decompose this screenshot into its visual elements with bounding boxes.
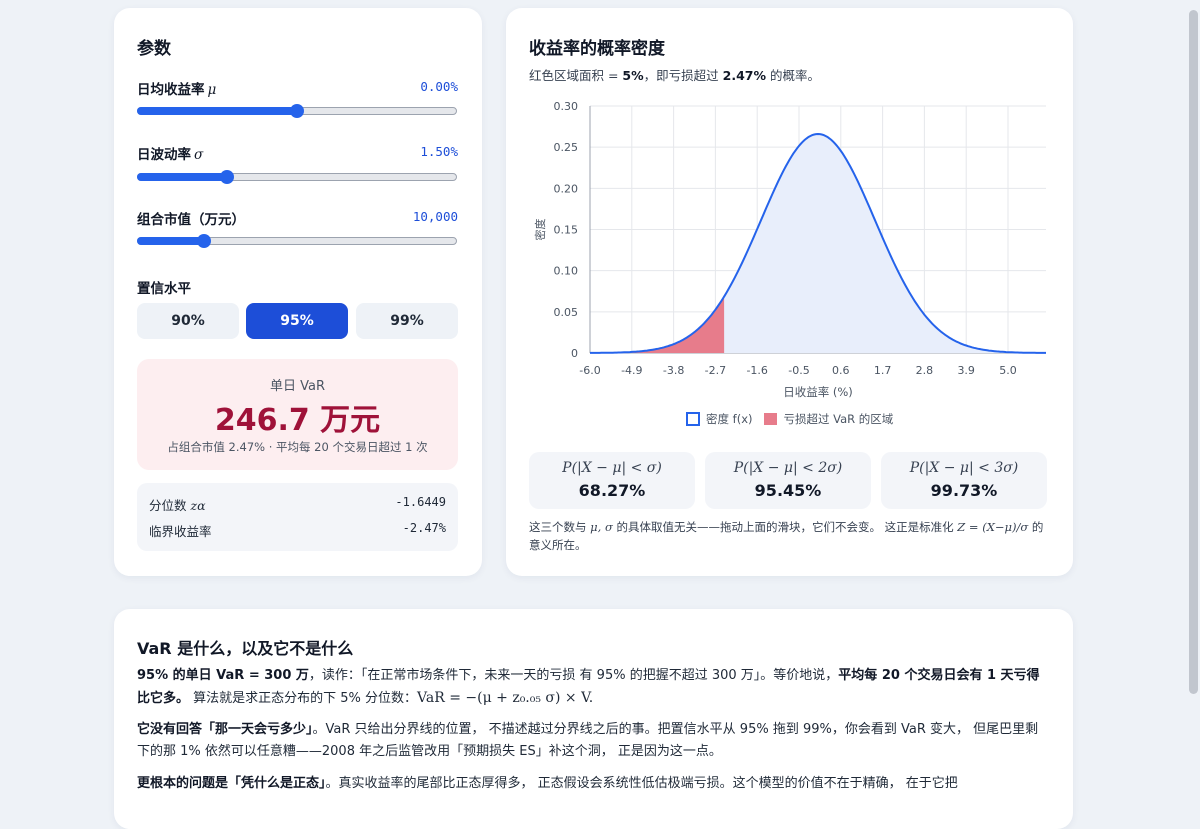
confidence-99-button[interactable]: 99%	[356, 303, 458, 339]
y-tick-label: 0.05	[554, 306, 579, 319]
x-tick-label: -0.5	[788, 364, 809, 377]
slider-thumb[interactable]	[219, 170, 234, 184]
prob-2sigma: P(|X − μ| < 2σ) 95.45%	[705, 452, 871, 509]
x-tick-label: -4.9	[621, 364, 642, 377]
standardization-note: 这三个数与 μ, σ 的具体取值无关——拖动上面的滑块，它们不会变。 这正是标准…	[529, 520, 1044, 552]
slider-thumb[interactable]	[290, 104, 304, 118]
sigma-slider[interactable]	[137, 170, 457, 184]
slider-fill	[137, 107, 297, 115]
x-tick-label: 2.8	[916, 364, 934, 377]
confidence-90-button[interactable]: 90%	[137, 303, 239, 339]
mu-label: 日均收益率 μ	[137, 82, 217, 98]
chart-legend: 密度 f(x) 亏损超过 VaR 的区域	[686, 411, 893, 427]
chart-card: 收益率的概率密度 红色区域面积 = 5%，即亏损超过 2.47% 的概率。 00…	[506, 8, 1073, 576]
sigma-label: 日波动率 σ	[137, 147, 204, 163]
density-area	[590, 134, 1046, 353]
x-tick-label: -2.7	[705, 364, 726, 377]
mu-value: 0.00%	[420, 79, 458, 94]
x-tick-label: -3.8	[663, 364, 684, 377]
critical-row: 临界收益率 -2.47%	[149, 521, 446, 539]
quantile-value: -1.6449	[395, 495, 446, 509]
slider-fill	[137, 173, 227, 181]
x-tick-label: 1.7	[874, 364, 892, 377]
slider-fill	[137, 237, 205, 245]
legend-density-label[interactable]: 密度 f(x)	[706, 411, 752, 427]
confidence-95-button[interactable]: 95%	[246, 303, 348, 339]
var-tail-area	[590, 296, 725, 353]
prob-1sigma: P(|X − μ| < σ) 68.27%	[529, 452, 695, 509]
legend-tail-swatch[interactable]	[764, 413, 778, 425]
explain-paragraph-1: 95% 的单日 VaR = 300 万，读作：「在正常市场条件下，未来一天的亏损…	[137, 668, 1040, 706]
explain-card: VaR 是什么，以及它不是什么 95% 的单日 VaR = 300 万，读作：「…	[114, 609, 1073, 829]
critical-value: -2.47%	[402, 521, 446, 535]
var-detail: 占组合市值 2.47% · 平均每 20 个交易日超过 1 次	[167, 440, 428, 454]
x-tick-label: 0.6	[832, 364, 850, 377]
y-axis-title: 密度	[533, 219, 547, 241]
confidence-label: 置信水平	[137, 281, 191, 297]
density-chart: 0 0.05 0.10 0.15 0.20 0.25 0.30 -6.0 -4.9 -3.8 -2.…	[533, 100, 1046, 399]
y-tick-label: 0.15	[554, 224, 579, 237]
params-card: 参数 日均收益率 μ 0.00% 日波动率 σ 1.50% 组合市值（万元） 10,…	[114, 8, 482, 576]
portfolio-value: 10,000	[412, 209, 458, 224]
quantile-box: 分位数 zα -1.6449 临界收益率 -2.47%	[137, 483, 458, 551]
prob-3sigma: P(|X − μ| < 3σ) 99.73%	[881, 452, 1047, 509]
var-label: 单日 VaR	[269, 379, 325, 394]
explain-paragraph-2: 它没有回答「那一天会亏多少」。VaR 只给出分界线的位置， 不描述越过分界线之后…	[137, 722, 1039, 759]
var-result-box: 单日 VaR 246.7 万元 占组合市值 2.47% · 平均每 20 个交易…	[137, 359, 458, 470]
x-axis-title: 日收益率 (%)	[783, 385, 853, 399]
mu-slider[interactable]	[137, 104, 457, 118]
legend-density-swatch[interactable]	[686, 412, 700, 426]
page-scrollbar[interactable]	[1189, 10, 1198, 694]
x-tick-label: 5.0	[999, 364, 1017, 377]
explain-title: VaR 是什么，以及它不是什么	[137, 639, 354, 658]
portfolio-label: 组合市值（万元）	[137, 212, 245, 228]
sigma-value: 1.50%	[420, 144, 458, 159]
legend-tail-label[interactable]: 亏损超过 VaR 的区域	[783, 411, 893, 427]
params-title: 参数	[137, 39, 171, 59]
explain-paragraph-3: 更根本的问题是「凭什么是正态」。真实收益率的尾部比正态厚得多， 正态假设会系统性…	[137, 776, 958, 791]
y-tick-label: 0.10	[554, 265, 579, 278]
y-tick-label: 0	[571, 347, 578, 360]
slider-thumb[interactable]	[197, 234, 212, 248]
x-tick-label: -6.0	[579, 364, 600, 377]
y-tick-label: 0.25	[554, 141, 579, 154]
quantile-row: 分位数 zα -1.6449	[149, 495, 446, 513]
x-tick-label: -1.6	[746, 364, 767, 377]
var-value: 246.7 万元	[214, 403, 381, 438]
portfolio-slider[interactable]	[137, 234, 457, 248]
y-tick-label: 0.20	[554, 182, 579, 195]
y-tick-label: 0.30	[554, 100, 579, 113]
x-tick-label: 3.9	[957, 364, 975, 377]
